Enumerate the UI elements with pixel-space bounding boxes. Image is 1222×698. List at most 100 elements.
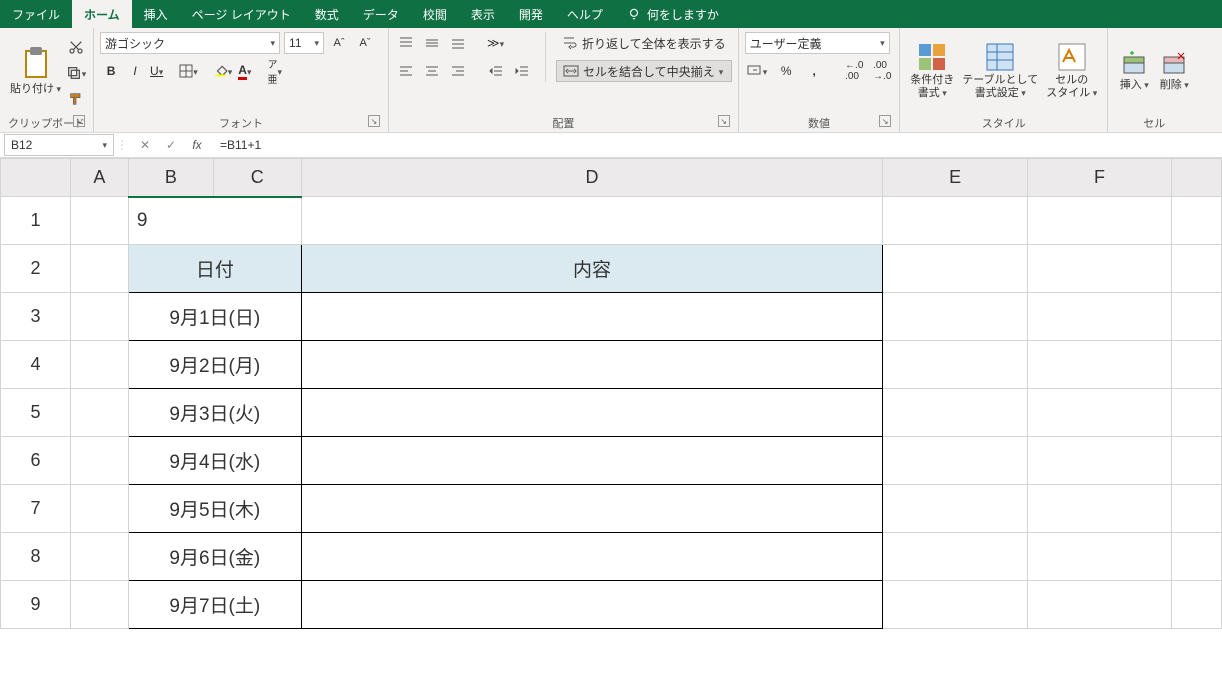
cell-F8[interactable] xyxy=(1028,533,1172,581)
tellme-search[interactable]: 何をしますか xyxy=(615,6,731,23)
font-name-combo[interactable]: 游ゴシック▾ xyxy=(100,32,280,54)
cell-A8[interactable] xyxy=(70,533,128,581)
tab-insert[interactable]: 挿入 xyxy=(132,0,180,28)
cell-F7[interactable] xyxy=(1028,485,1172,533)
alignment-dialog-launcher[interactable] xyxy=(718,115,730,127)
cell-E8[interactable] xyxy=(883,533,1028,581)
cell-E6[interactable] xyxy=(883,437,1028,485)
cell-G2[interactable] xyxy=(1171,245,1221,293)
cell-D7[interactable] xyxy=(301,485,882,533)
row-header-9[interactable]: 9 xyxy=(1,581,71,629)
align-middle-button[interactable] xyxy=(421,32,443,54)
insert-function-button[interactable]: fx xyxy=(186,134,208,156)
cell-F5[interactable] xyxy=(1028,389,1172,437)
col-header-D[interactable]: D xyxy=(301,159,882,197)
decrease-decimal-button[interactable]: .00→.0 xyxy=(871,60,893,82)
cell-D2[interactable]: 内容 xyxy=(301,245,882,293)
cell-F6[interactable] xyxy=(1028,437,1172,485)
tab-view[interactable]: 表示 xyxy=(459,0,507,28)
align-left-button[interactable] xyxy=(395,60,417,82)
cell-E7[interactable] xyxy=(883,485,1028,533)
cell-A4[interactable] xyxy=(70,341,128,389)
paste-button[interactable]: 貼り付け xyxy=(6,32,65,110)
number-format-combo[interactable]: ユーザー定義▾ xyxy=(745,32,890,54)
cell-D1[interactable] xyxy=(301,197,882,245)
tab-formulas[interactable]: 数式 xyxy=(303,0,351,28)
cell-G7[interactable] xyxy=(1171,485,1221,533)
cell-A2[interactable] xyxy=(70,245,128,293)
delete-cells-button[interactable]: 削除 xyxy=(1154,32,1194,110)
cell-G9[interactable] xyxy=(1171,581,1221,629)
tab-file[interactable]: ファイル xyxy=(0,0,72,28)
align-bottom-button[interactable] xyxy=(447,32,469,54)
cell-B3[interactable]: 9月1日(日) xyxy=(128,293,301,341)
accounting-format-button[interactable] xyxy=(745,60,770,82)
format-as-table-button[interactable]: テーブルとして 書式設定 xyxy=(958,32,1042,110)
font-dialog-launcher[interactable] xyxy=(368,115,380,127)
cell-G3[interactable] xyxy=(1171,293,1221,341)
cell-A5[interactable] xyxy=(70,389,128,437)
phonetic-button[interactable]: ア亜 xyxy=(266,60,285,82)
cell-A1[interactable] xyxy=(70,197,128,245)
fill-color-button[interactable] xyxy=(212,60,235,82)
col-header-C[interactable]: C xyxy=(213,159,301,197)
cut-button[interactable] xyxy=(65,36,87,58)
tab-help[interactable]: ヘルプ xyxy=(555,0,615,28)
cell-B1[interactable]: 9 xyxy=(128,197,301,245)
cell-F2[interactable] xyxy=(1028,245,1172,293)
cell-E3[interactable] xyxy=(883,293,1028,341)
formula-input[interactable]: =B11+1 xyxy=(214,138,267,152)
underline-button[interactable]: U xyxy=(148,60,165,82)
row-header-2[interactable]: 2 xyxy=(1,245,71,293)
conditional-formatting-button[interactable]: 条件付き 書式 xyxy=(906,32,958,110)
col-header-F[interactable]: F xyxy=(1028,159,1172,197)
increase-decimal-button[interactable]: ←.0.00 xyxy=(843,60,865,82)
cell-B8[interactable]: 9月6日(金) xyxy=(128,533,301,581)
cell-E9[interactable] xyxy=(883,581,1028,629)
cell-A7[interactable] xyxy=(70,485,128,533)
col-header-A[interactable]: A xyxy=(70,159,128,197)
tab-data[interactable]: データ xyxy=(351,0,411,28)
insert-cells-button[interactable]: 挿入 xyxy=(1114,32,1154,110)
cell-G4[interactable] xyxy=(1171,341,1221,389)
format-painter-button[interactable] xyxy=(65,88,87,110)
cell-F3[interactable] xyxy=(1028,293,1172,341)
increase-indent-button[interactable] xyxy=(511,60,533,82)
cell-G6[interactable] xyxy=(1171,437,1221,485)
merge-center-button[interactable]: セルを結合して中央揃え xyxy=(556,60,732,82)
cell-D3[interactable] xyxy=(301,293,882,341)
cell-F9[interactable] xyxy=(1028,581,1172,629)
cell-B2[interactable]: 日付 xyxy=(128,245,301,293)
cell-B4[interactable]: 9月2日(月) xyxy=(128,341,301,389)
row-header-6[interactable]: 6 xyxy=(1,437,71,485)
align-top-button[interactable] xyxy=(395,32,417,54)
row-header-8[interactable]: 8 xyxy=(1,533,71,581)
cell-styles-button[interactable]: セルの スタイル xyxy=(1042,32,1101,110)
worksheet-grid[interactable]: A B C D E F 1 9 2 日付 内容 39月1日(日) 49月2日(月… xyxy=(0,158,1222,629)
cell-D4[interactable] xyxy=(301,341,882,389)
cell-A3[interactable] xyxy=(70,293,128,341)
cell-G1[interactable] xyxy=(1171,197,1221,245)
cell-G8[interactable] xyxy=(1171,533,1221,581)
tab-home[interactable]: ホーム xyxy=(72,0,132,28)
cell-E1[interactable] xyxy=(883,197,1028,245)
cell-B5[interactable]: 9月3日(火) xyxy=(128,389,301,437)
tab-developer[interactable]: 開発 xyxy=(507,0,555,28)
align-center-button[interactable] xyxy=(421,60,443,82)
percent-button[interactable]: % xyxy=(775,60,797,82)
row-header-3[interactable]: 3 xyxy=(1,293,71,341)
row-header-4[interactable]: 4 xyxy=(1,341,71,389)
cell-A6[interactable] xyxy=(70,437,128,485)
decrease-indent-button[interactable] xyxy=(485,60,507,82)
align-right-button[interactable] xyxy=(447,60,469,82)
cell-D9[interactable] xyxy=(301,581,882,629)
border-button[interactable] xyxy=(177,60,200,82)
col-header-next[interactable] xyxy=(1171,159,1221,197)
number-dialog-launcher[interactable] xyxy=(879,115,891,127)
name-box[interactable]: B12 ▾ xyxy=(4,134,114,156)
enter-formula-button[interactable]: ✓ xyxy=(160,134,182,156)
cell-A9[interactable] xyxy=(70,581,128,629)
cell-E2[interactable] xyxy=(883,245,1028,293)
increase-font-button[interactable]: Aˆ xyxy=(328,32,350,54)
cell-F4[interactable] xyxy=(1028,341,1172,389)
